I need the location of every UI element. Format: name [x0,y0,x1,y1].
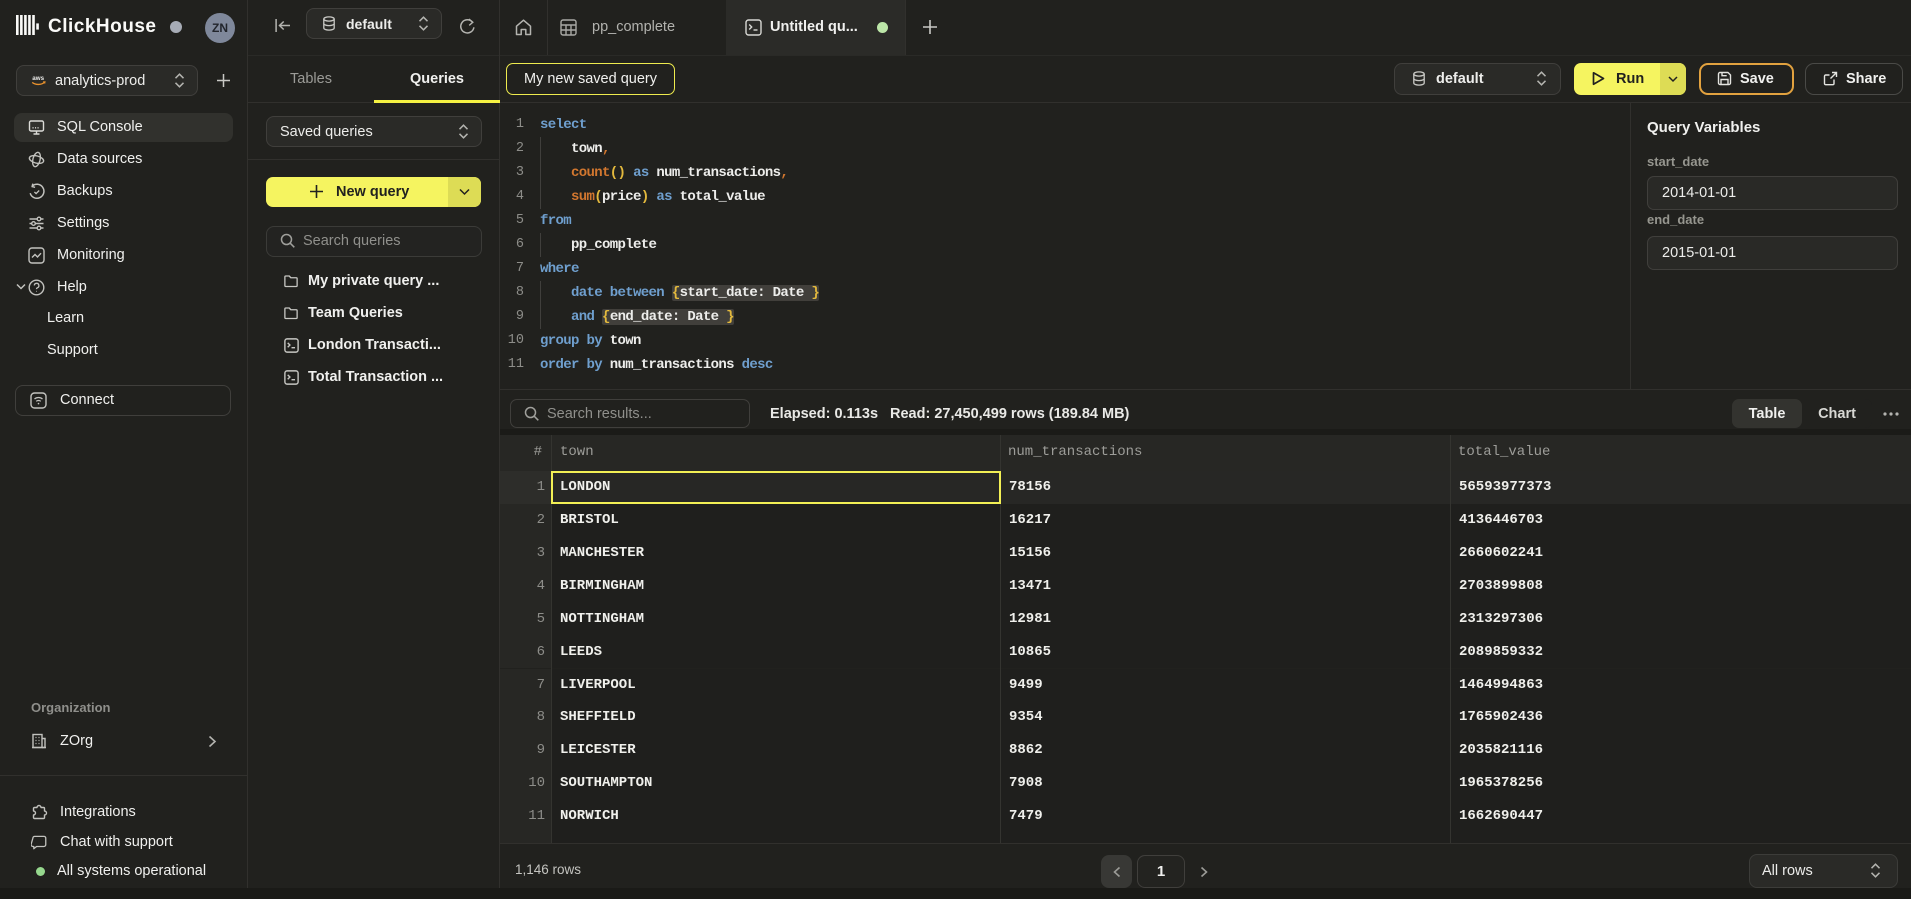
svg-text:aws: aws [32,75,44,82]
